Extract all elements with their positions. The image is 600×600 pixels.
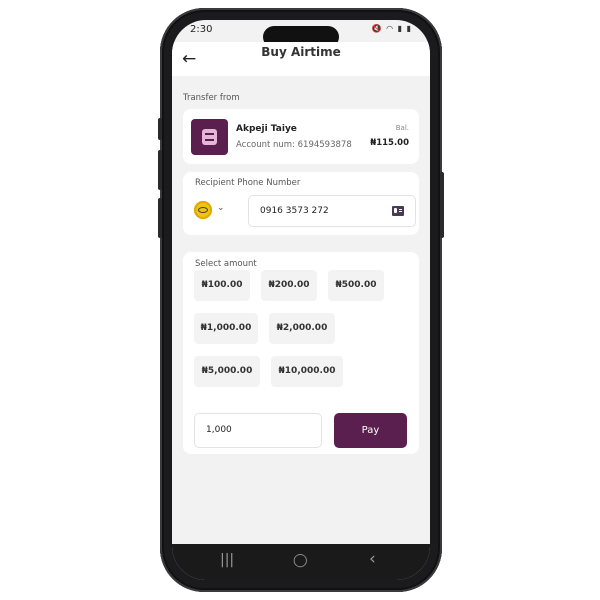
amount-card: Select amount ₦100.00 ₦200.00 ₦500.00 ₦1… (183, 252, 419, 454)
recents-icon[interactable]: ||| (220, 552, 234, 568)
phone-number-input[interactable]: 0916 3573 272 (248, 195, 416, 227)
phone-power-button (440, 172, 444, 238)
back-nav-icon[interactable]: ‹ (369, 549, 376, 569)
transfer-from-label: Transfer from (183, 93, 240, 103)
status-time: 2:30 (190, 24, 213, 35)
system-nav-bar: ||| ◯ ‹ (172, 544, 430, 580)
recipient-card: Recipient Phone Number ⌄ 0916 3573 272 (183, 172, 419, 235)
status-icons: 🔇 ◠ ▮ ▮ (371, 24, 412, 33)
select-amount-label: Select amount (195, 259, 257, 269)
amount-chip[interactable]: ₦200.00 (261, 270, 317, 301)
amount-chip[interactable]: ₦10,000.00 (271, 356, 343, 387)
pay-button[interactable]: Pay (334, 413, 407, 448)
recipient-label: Recipient Phone Number (195, 178, 301, 188)
network-logo-icon[interactable] (194, 201, 212, 219)
balance-label: Bal. (395, 124, 409, 132)
phone-side-button (158, 118, 162, 140)
amount-chip[interactable]: ₦5,000.00 (194, 356, 260, 387)
account-name: Akpeji Taiye (236, 124, 297, 134)
amount-chip[interactable]: ₦100.00 (194, 270, 250, 301)
phone-volume-up-button (158, 150, 162, 190)
phone-screen: 2:30 🔇 ◠ ▮ ▮ ← Buy Airtime Transfer from… (172, 20, 430, 580)
bank-logo-icon (191, 119, 228, 155)
contact-card-icon[interactable] (392, 206, 404, 216)
amount-chip[interactable]: ₦2,000.00 (269, 313, 335, 344)
phone-number-value: 0916 3573 272 (260, 206, 329, 216)
home-icon[interactable]: ◯ (293, 553, 308, 568)
phone-volume-down-button (158, 198, 162, 238)
account-number: Account num: 6194593878 (236, 140, 352, 150)
amount-chip[interactable]: ₦500.00 (328, 270, 384, 301)
page-title: Buy Airtime (261, 45, 341, 59)
amount-chip[interactable]: ₦1,000.00 (194, 313, 258, 344)
chevron-down-icon[interactable]: ⌄ (217, 203, 225, 213)
amount-input[interactable]: 1,000 (194, 413, 322, 448)
balance-value: ₦115.00 (370, 138, 409, 148)
app-header: ← Buy Airtime (172, 42, 430, 76)
account-card[interactable]: Akpeji Taiye Account num: 6194593878 Bal… (183, 109, 419, 164)
